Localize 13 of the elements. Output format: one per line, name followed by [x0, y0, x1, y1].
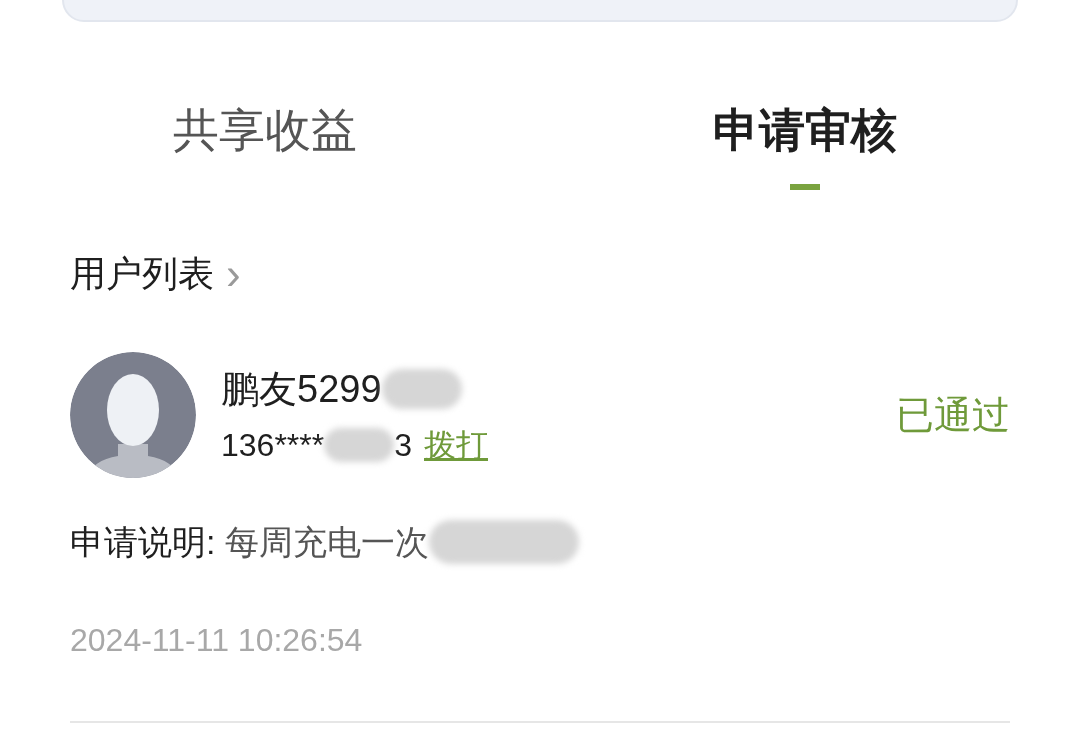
tab[interactable]: 申请审核 [713, 98, 897, 190]
avatar-icon [70, 352, 196, 478]
timestamp: 2024-11-11 10:26:54 [70, 621, 364, 660]
section-link[interactable]: 用户列表 [70, 250, 214, 298]
tab[interactable]: 共享收益 [173, 98, 357, 190]
description-text: 每周充电一次 [225, 522, 430, 563]
user-name: 鹏友5299 [221, 367, 382, 412]
chevron-icon: › [226, 250, 241, 298]
status-label: 已通过 [896, 393, 1010, 438]
phone-number: 3 [394, 426, 412, 465]
description-label: 申请说明: [70, 522, 216, 563]
redaction-blur [324, 428, 395, 462]
phone-number: 136**** [221, 426, 325, 465]
